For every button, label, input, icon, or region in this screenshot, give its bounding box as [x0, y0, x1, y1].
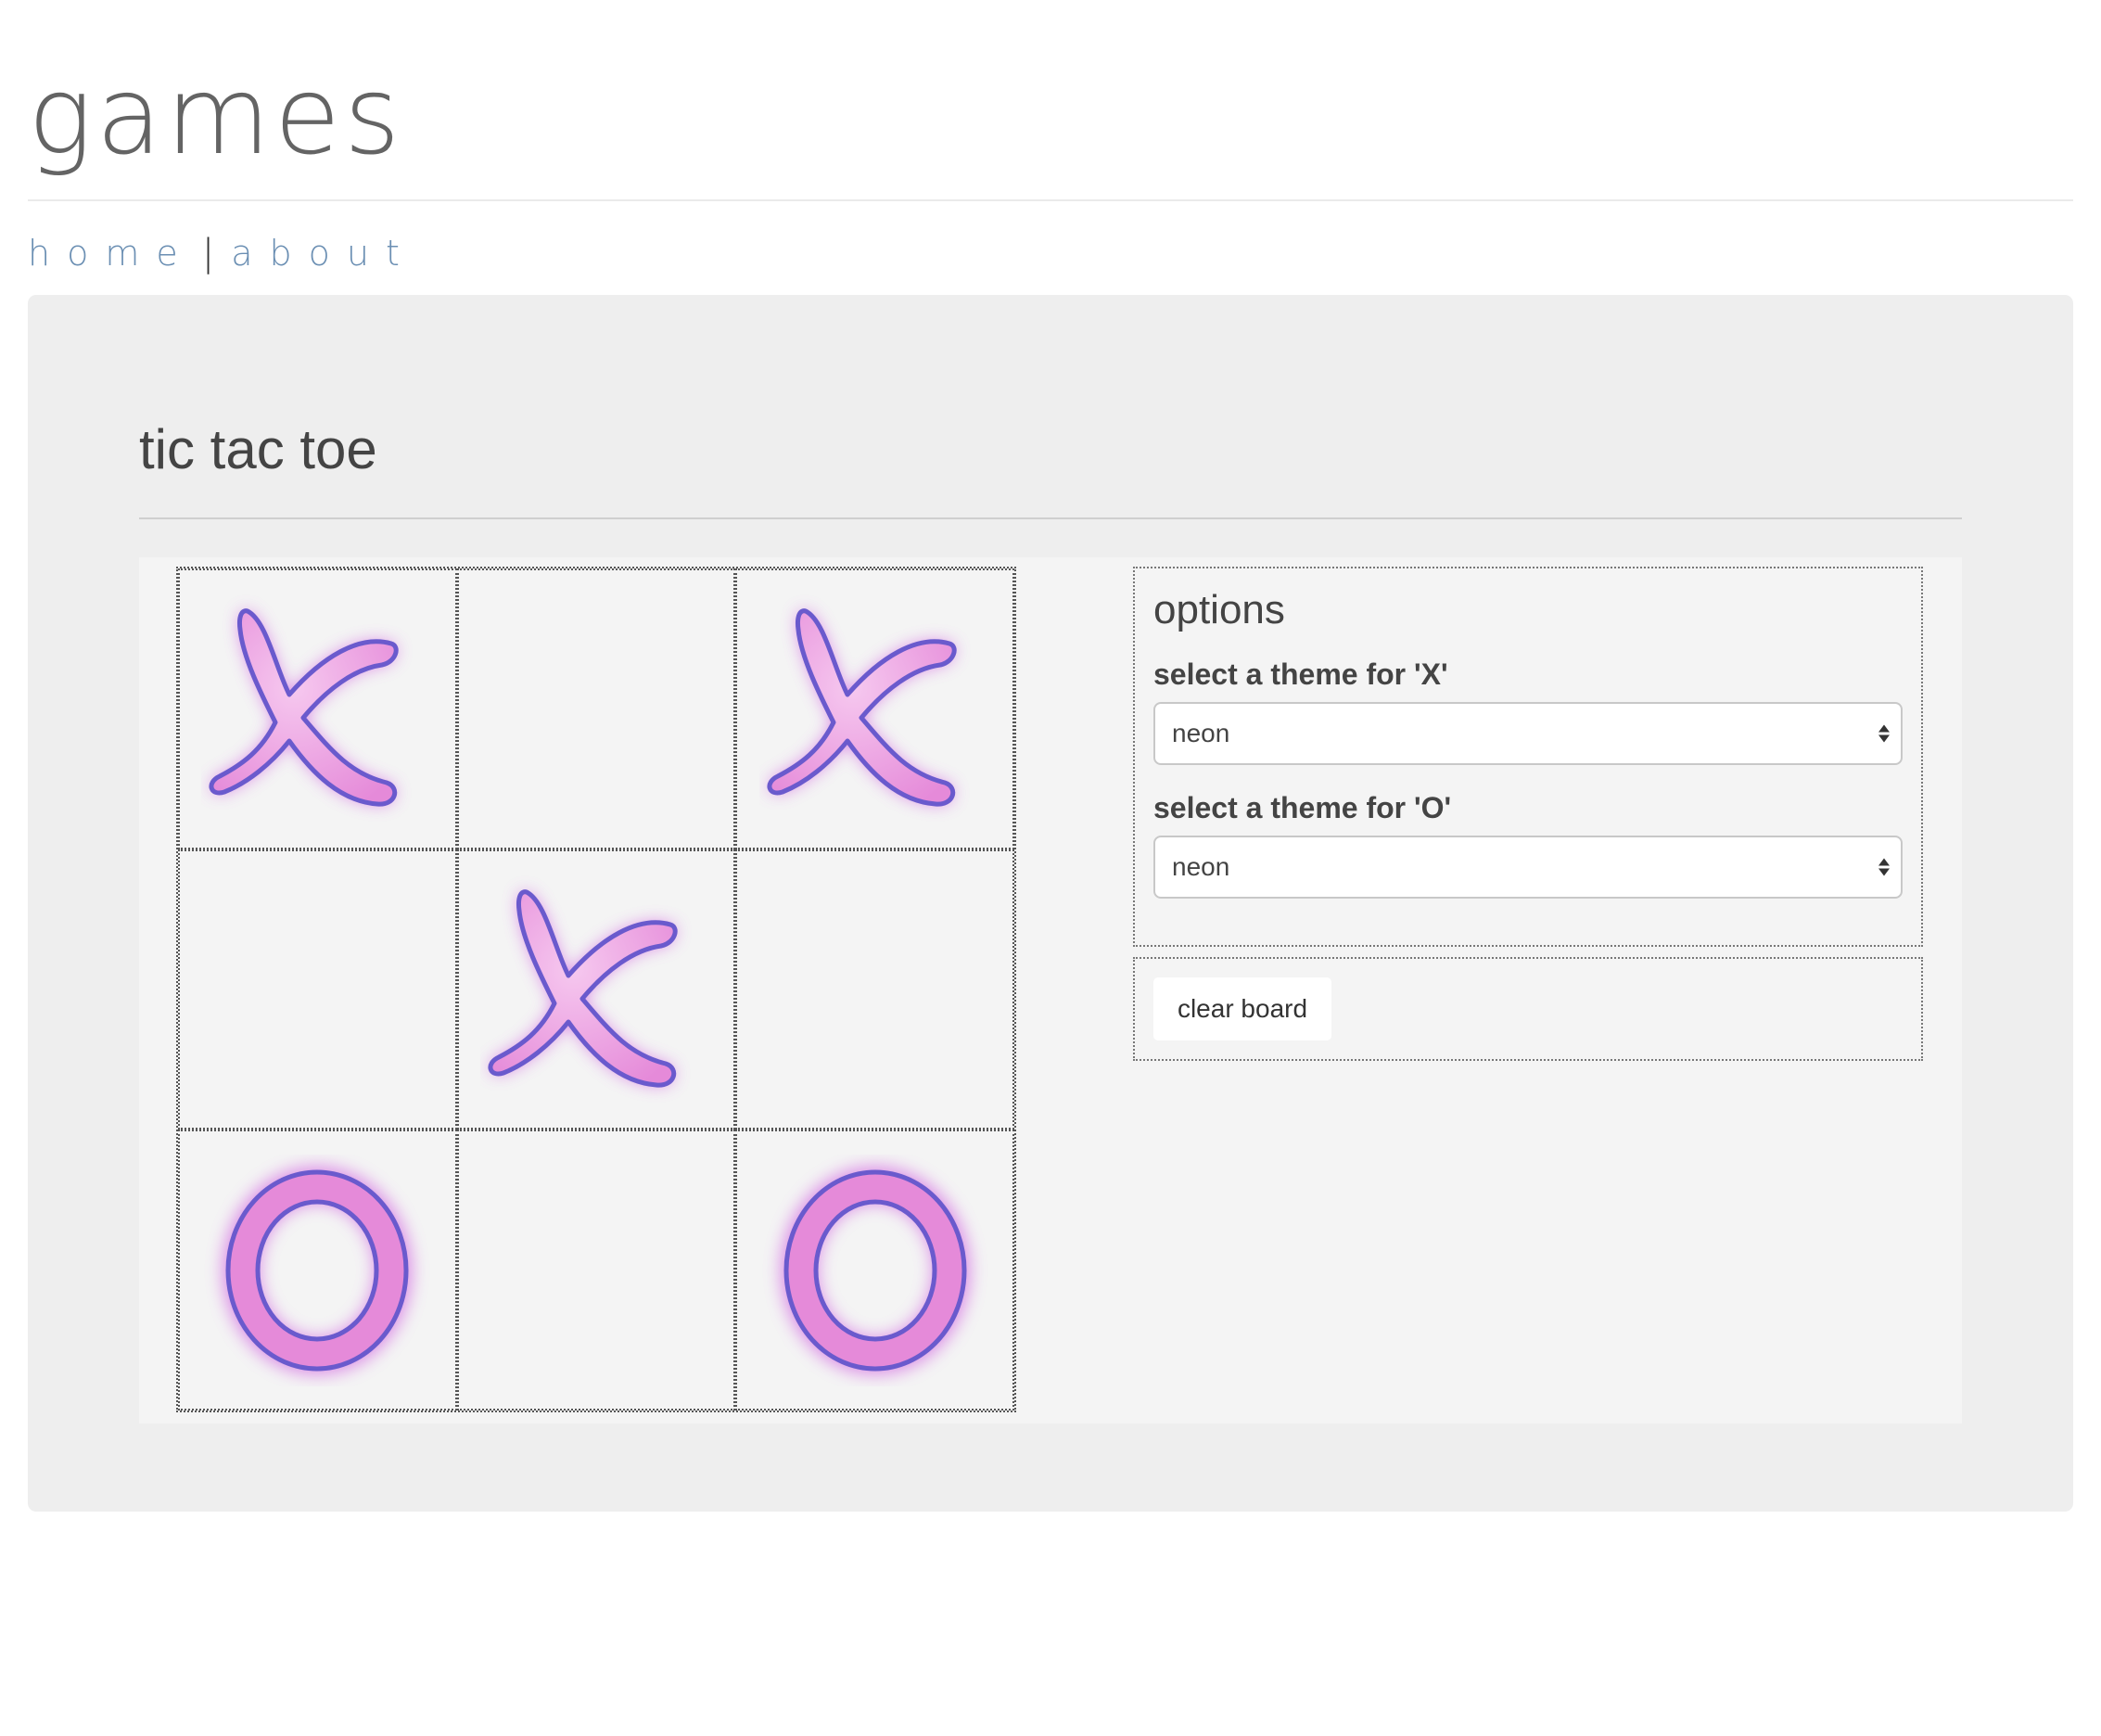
game-title: tic tac toe	[139, 418, 377, 480]
o-theme-label: select a theme for 'O'	[1153, 791, 1452, 824]
board-cell-0-1[interactable]	[456, 568, 736, 849]
board-cell-2-1[interactable]	[456, 1130, 736, 1410]
x-theme-select[interactable]: neon	[1153, 702, 1903, 765]
x-theme-label: select a theme for 'X'	[1153, 657, 1448, 691]
board-cell-2-2[interactable]	[735, 1130, 1014, 1410]
o-mark-icon	[223, 1166, 413, 1374]
board-cell-1-2[interactable]	[735, 849, 1014, 1130]
x-mark-icon	[767, 608, 957, 807]
clear-board-button[interactable]: clear board	[1153, 977, 1331, 1040]
options-title: options	[1153, 587, 1285, 632]
tic-tac-toe-board	[176, 567, 1016, 1412]
nav-about-link[interactable]: about	[231, 233, 416, 274]
header-divider	[28, 199, 2073, 201]
site-header: games	[28, 37, 2073, 176]
select-arrows-icon	[1878, 858, 1890, 876]
x-mark-icon	[488, 889, 678, 1088]
board-cell-1-0[interactable]	[178, 849, 457, 1130]
options-panel: options select a theme for 'X' neon sele…	[1133, 567, 1923, 947]
board-cell-0-2[interactable]	[735, 568, 1014, 849]
actions-panel: clear board	[1133, 957, 1923, 1061]
o-mark-icon	[780, 1166, 970, 1374]
board-cell-0-0[interactable]	[178, 568, 457, 849]
main-nav: home | about	[28, 232, 416, 274]
board-cell-1-1[interactable]	[456, 849, 736, 1130]
game-title-divider	[139, 517, 1962, 519]
x-theme-selected-value: neon	[1172, 719, 1230, 747]
site-title-text: games	[28, 54, 404, 179]
nav-home-link[interactable]: home	[28, 233, 195, 274]
nav-separator: |	[201, 232, 215, 274]
x-mark-icon	[209, 608, 399, 807]
select-arrows-icon	[1878, 724, 1890, 743]
game-container: tic tac toe options select a theme for '…	[28, 295, 2073, 1512]
o-theme-selected-value: neon	[1172, 852, 1230, 881]
o-theme-select[interactable]: neon	[1153, 836, 1903, 899]
site-title: games	[28, 37, 2073, 176]
board-cell-2-0[interactable]	[178, 1130, 457, 1410]
game-panel: options select a theme for 'X' neon sele…	[139, 557, 1962, 1423]
